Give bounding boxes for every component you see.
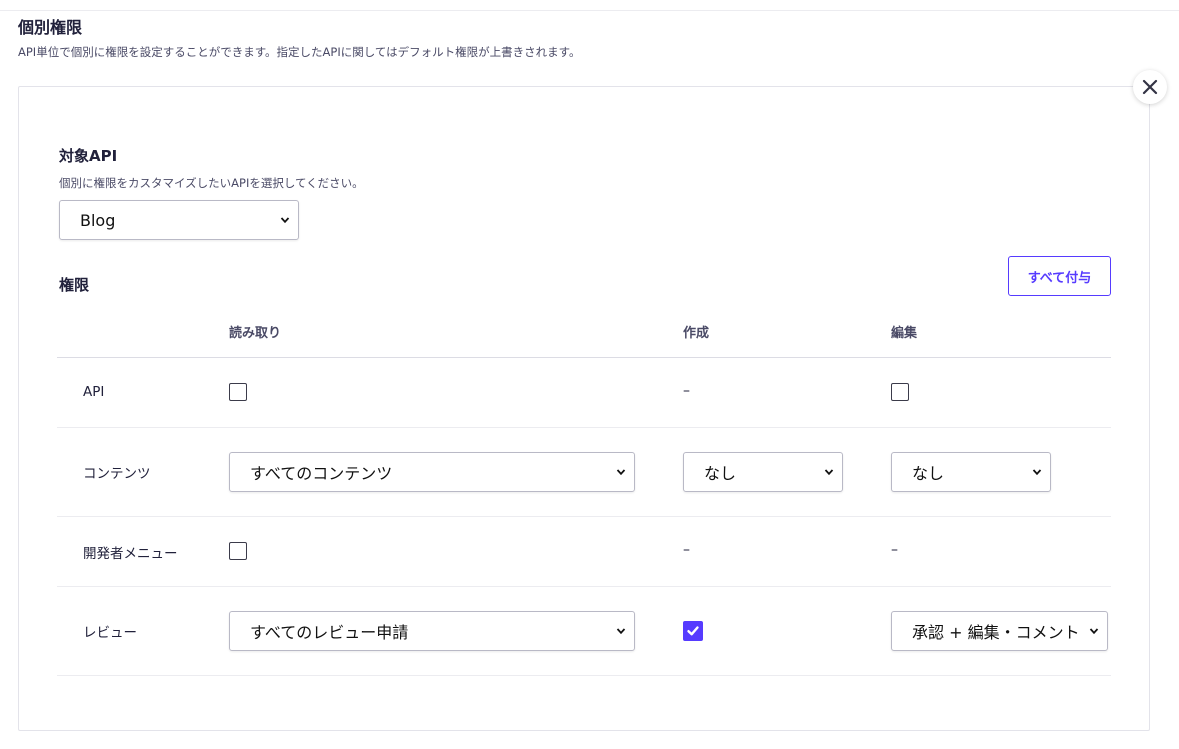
table-row-divider — [57, 427, 1111, 428]
column-header-edit: 編集 — [891, 326, 918, 341]
developer-menu-create-dash: – — [683, 542, 690, 558]
chevron-down-icon — [824, 469, 834, 476]
api-create-dash: – — [683, 383, 690, 399]
contents-edit-select[interactable]: なし — [891, 452, 1051, 492]
chevron-down-icon — [1089, 628, 1099, 635]
permissions-label: 権限 — [59, 276, 90, 294]
api-edit-checkbox[interactable] — [891, 383, 909, 401]
column-header-create: 作成 — [683, 326, 710, 341]
contents-read-select[interactable]: すべてのコンテンツ — [229, 452, 635, 492]
chevron-down-icon — [280, 217, 290, 224]
review-edit-value: 承認 + 編集・コメント — [912, 623, 1080, 642]
review-read-select[interactable]: すべてのレビュー申請 — [229, 611, 635, 651]
contents-create-select[interactable]: なし — [683, 452, 843, 492]
review-create-checkbox[interactable] — [683, 621, 703, 641]
review-read-value: すべてのレビュー申請 — [250, 623, 409, 642]
section-description: API単位で個別に権限を設定することができます。指定したAPIに関してはデフォル… — [18, 45, 581, 59]
table-header-divider — [57, 357, 1111, 358]
developer-menu-read-checkbox[interactable] — [229, 542, 247, 560]
close-button[interactable] — [1133, 70, 1167, 104]
column-header-read: 読み取り — [229, 326, 282, 341]
api-read-checkbox[interactable] — [229, 383, 247, 401]
target-api-label: 対象API — [59, 147, 118, 165]
row-label-review: レビュー — [83, 625, 137, 641]
contents-read-value: すべてのコンテンツ — [250, 464, 393, 483]
checkmark-icon — [687, 626, 699, 636]
grant-all-button[interactable]: すべて付与 — [1008, 256, 1111, 296]
row-label-developer-menu: 開発者メニュー — [83, 546, 178, 562]
table-row-divider — [57, 516, 1111, 517]
row-label-contents: コンテンツ — [83, 466, 151, 482]
table-row-divider — [57, 586, 1111, 587]
target-api-select-value: Blog — [80, 210, 116, 230]
chevron-down-icon — [1032, 469, 1042, 476]
chevron-down-icon — [616, 628, 626, 635]
close-icon — [1142, 79, 1158, 95]
section-title: 個別権限 — [18, 18, 83, 37]
developer-menu-edit-dash: – — [891, 542, 898, 558]
target-api-select[interactable]: Blog — [59, 200, 299, 240]
row-label-api: API — [83, 384, 105, 400]
target-api-hint: 個別に権限をカスタマイズしたいAPIを選択してください。 — [59, 176, 364, 190]
review-edit-select[interactable]: 承認 + 編集・コメント — [891, 611, 1108, 651]
contents-edit-value: なし — [912, 464, 945, 483]
contents-create-value: なし — [704, 464, 737, 483]
top-divider — [0, 10, 1179, 11]
chevron-down-icon — [616, 469, 626, 476]
table-row-divider — [57, 675, 1111, 676]
